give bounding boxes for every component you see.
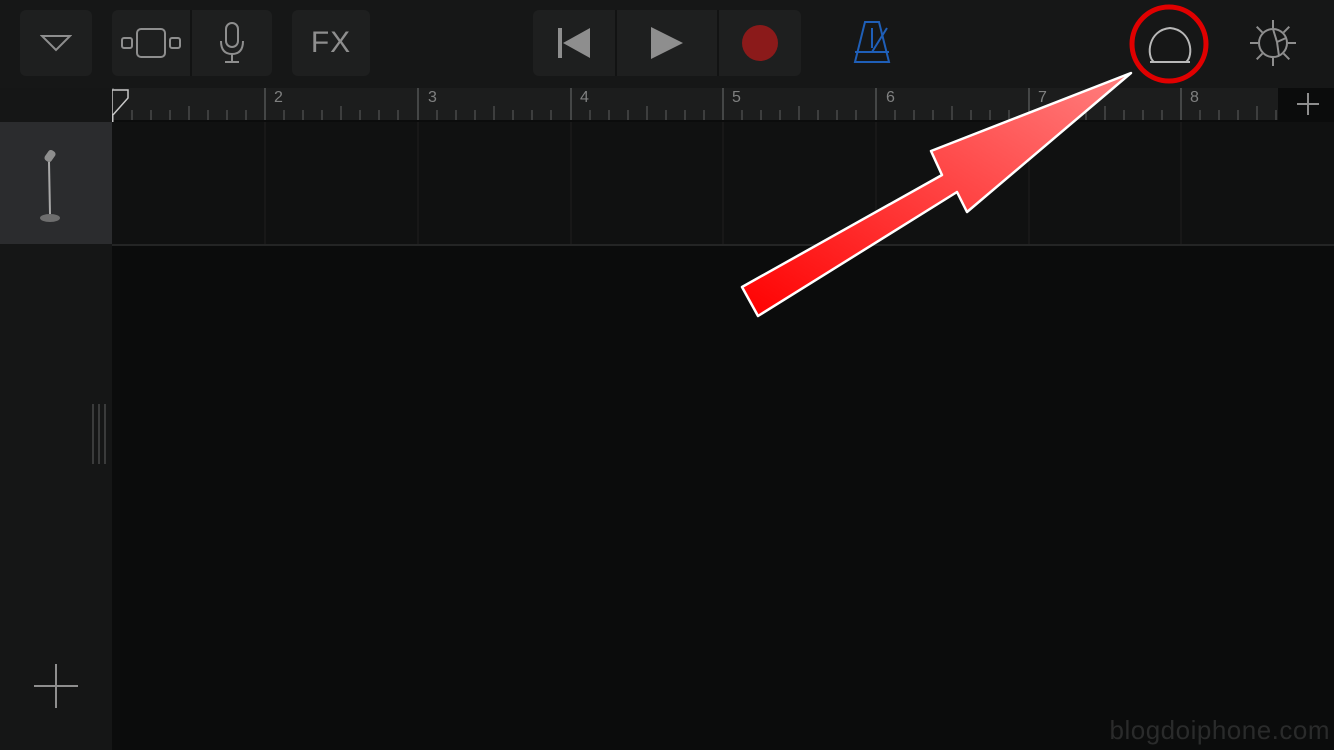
transport-controls [533, 10, 801, 76]
track-lane-grid [264, 122, 1182, 244]
ruler-ticks [112, 88, 1277, 120]
fx-icon: FX [310, 26, 352, 59]
watermark: blogdoiphone.com [1109, 715, 1330, 745]
ruler-bar-label: 7 [1038, 89, 1047, 106]
track-header-audio-recorder[interactable] [0, 122, 112, 244]
browser-button[interactable] [20, 10, 92, 76]
ruler-bar-label: 5 [732, 89, 741, 106]
go-to-beginning-icon [558, 28, 590, 58]
play-icon [651, 27, 683, 59]
timeline-ruler[interactable]: 2 3 4 5 6 7 8 [112, 88, 1278, 120]
view-input-group [112, 10, 272, 76]
microphone-stand-icon [40, 149, 60, 222]
input-settings-button[interactable] [190, 10, 272, 76]
garageband-app: FX 2 3 4 5 6 7 8 blogdoiphone.com [0, 0, 1334, 750]
fx-button[interactable]: FX [292, 10, 370, 76]
play-button[interactable] [615, 10, 717, 76]
triangle-down-icon [40, 35, 72, 52]
ruler-bar-label: 8 [1190, 89, 1199, 106]
track-lane[interactable] [112, 122, 1334, 246]
settings-button[interactable] [1244, 14, 1302, 72]
loop-browser-button[interactable] [1140, 14, 1200, 74]
plus-icon [1297, 93, 1319, 115]
add-section-button[interactable] [1282, 88, 1334, 120]
loop-browser-icon [1148, 26, 1192, 63]
ruler-bar-label: 6 [886, 89, 895, 106]
track-view-button[interactable] [112, 10, 190, 76]
track-header-resize-handle[interactable] [90, 404, 110, 464]
ruler-bar-label: 4 [580, 89, 589, 106]
record-icon [742, 25, 778, 61]
ruler-bar-label: 3 [428, 89, 437, 106]
add-track-button[interactable] [30, 660, 82, 712]
toolbar: FX [0, 0, 1334, 88]
metronome-icon [853, 21, 891, 63]
gear-icon [1250, 20, 1296, 66]
metronome-button[interactable] [846, 14, 898, 70]
microphone-icon [220, 22, 244, 63]
plus-icon [34, 664, 78, 708]
track-view-icon [121, 28, 181, 58]
ruler-bar-label: 2 [274, 89, 283, 106]
go-to-beginning-button[interactable] [533, 10, 615, 76]
record-button[interactable] [717, 10, 801, 76]
